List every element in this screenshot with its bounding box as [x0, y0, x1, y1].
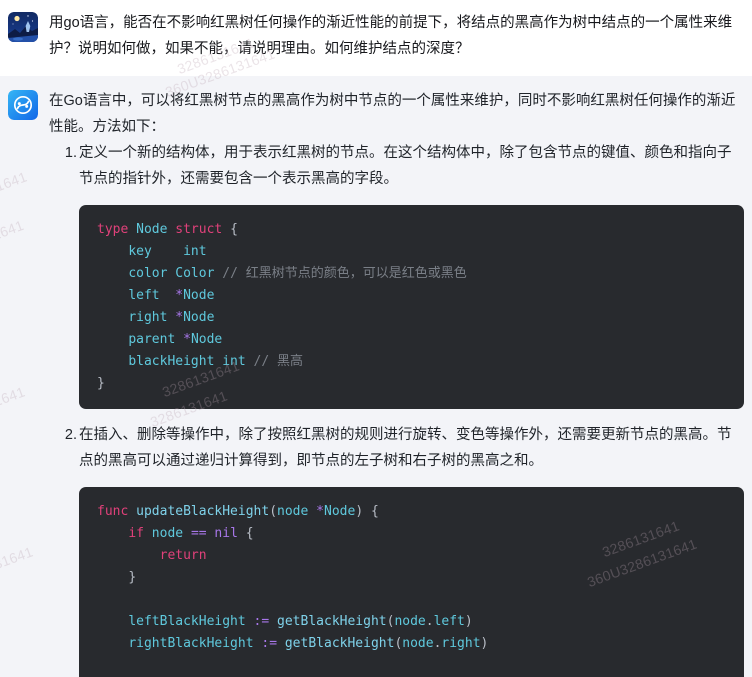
step-2-text: 在插入、删除等操作中，除了按照红黑树的规则进行旋转、变色等操作外，还需要更新节点…: [57, 422, 732, 469]
step-1-text: 定义一个新的结构体，用于表示红黑树的节点。在这个结构体中，除了包含节点的键值、颜…: [57, 140, 732, 187]
code-block-2-wrap: func updateBlackHeight(node *Node) { if …: [79, 487, 744, 677]
assistant-message-body: 在Go语言中，可以将红黑树节点的黑高作为树中节点的一个属性来维护，同时不影响红黑…: [49, 88, 744, 677]
code-block-1[interactable]: type Node struct { key int color Color /…: [79, 205, 744, 409]
code-block-2[interactable]: func updateBlackHeight(node *Node) { if …: [79, 487, 744, 677]
assistant-avatar[interactable]: [8, 90, 38, 120]
assistant-intro-text: 在Go语言中，可以将红黑树节点的黑高作为树中节点的一个属性来维护，同时不影响红黑…: [49, 93, 736, 135]
list-item: 在插入、删除等操作中，除了按照红黑树的规则进行旋转、变色等操作外，还需要更新节点…: [57, 422, 744, 474]
assistant-avatar-wrap: [8, 88, 38, 120]
list-item: 定义一个新的结构体，用于表示红黑树的节点。在这个结构体中，除了包含节点的键值、颜…: [57, 140, 744, 192]
user-message-body: 用go语言，能否在不影响红黑树任何操作的渐近性能的前提下，将结点的黑高作为树中结…: [49, 10, 744, 62]
user-avatar[interactable]: [8, 12, 38, 42]
assistant-steps: 定义一个新的结构体，用于表示红黑树的节点。在这个结构体中，除了包含节点的键值、颜…: [49, 140, 744, 677]
user-message-text: 用go语言，能否在不影响红黑树任何操作的渐近性能的前提下，将结点的黑高作为树中结…: [49, 15, 733, 57]
chat-page: 3286131641 360U3286131641 131641 1641 13…: [0, 0, 752, 677]
assistant-message: 在Go语言中，可以将红黑树节点的黑高作为树中节点的一个属性来维护，同时不影响红黑…: [0, 76, 752, 677]
code-block-1-wrap: type Node struct { key int color Color /…: [79, 205, 744, 409]
user-message: 用go语言，能否在不影响红黑树任何操作的渐近性能的前提下，将结点的黑高作为树中结…: [0, 0, 752, 76]
user-avatar-wrap: [8, 10, 38, 42]
